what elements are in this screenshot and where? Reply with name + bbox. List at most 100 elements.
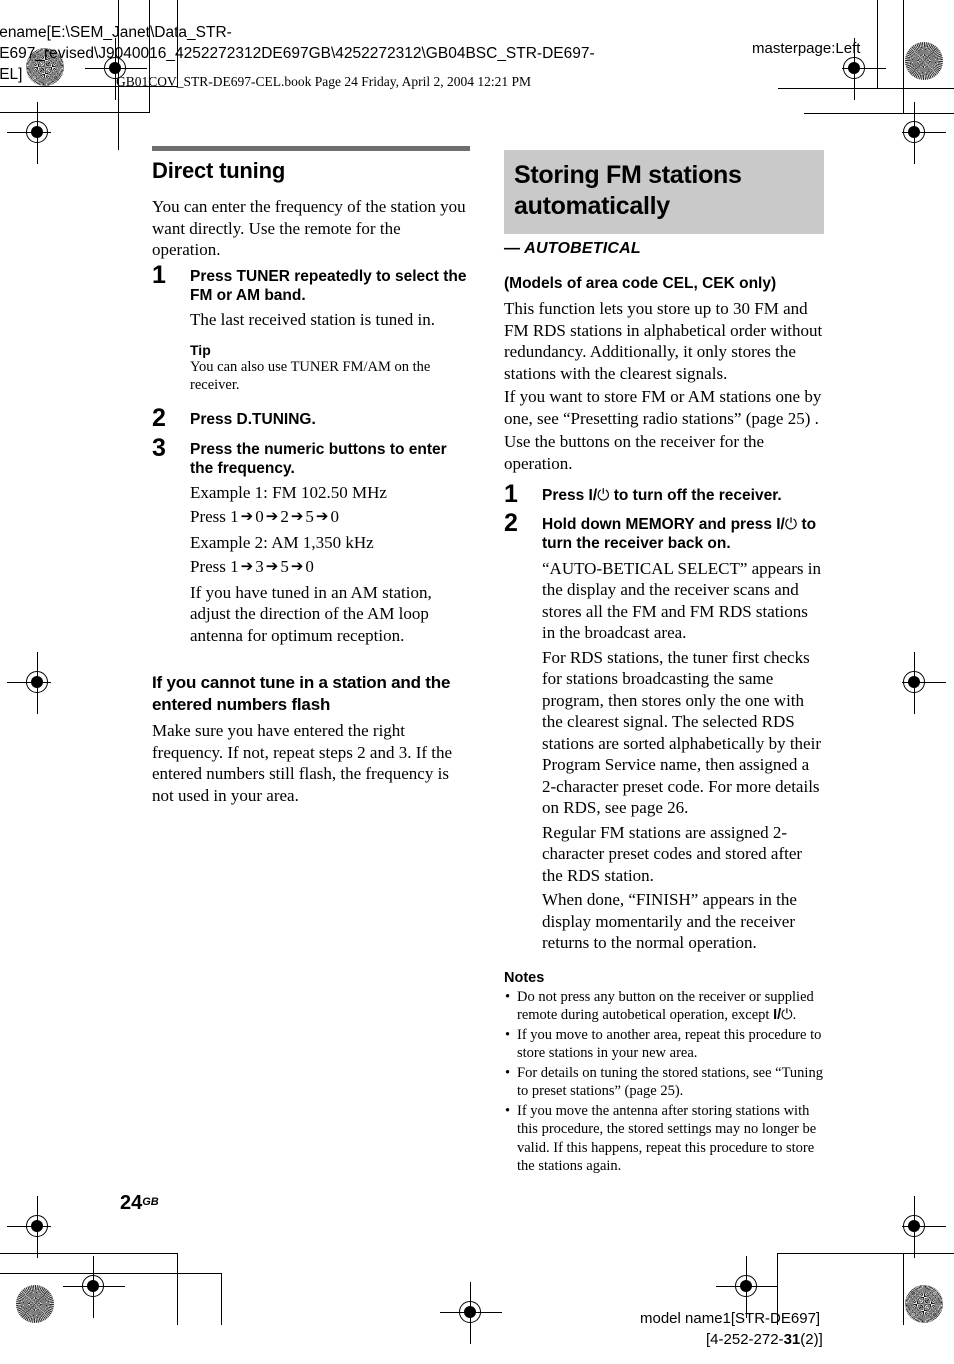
registration-mark — [63, 1256, 125, 1318]
registration-mark — [884, 102, 946, 164]
step-paragraph: “AUTO-BETICAL SELECT” appears in the dis… — [542, 558, 822, 643]
page-title: Direct tuning — [152, 158, 286, 183]
section-rule — [152, 146, 470, 151]
step-title: Press the numeric buttons to enter the f… — [190, 440, 447, 478]
step-note: If you have tuned in an AM station, adju… — [190, 582, 432, 645]
arrow-icon: ➔ — [265, 559, 279, 575]
slug-masterpage-label: masterpage:Left — [752, 40, 861, 57]
intro-paragraph-2: If you want to store FM or AM stations o… — [504, 387, 822, 428]
footer-model-name: model name1[STR-DE697] — [640, 1310, 821, 1327]
power-standby-icon: I/⏻ — [773, 1007, 793, 1023]
power-standby-icon: I/⏻ — [588, 487, 610, 504]
arrow-icon: ➔ — [315, 509, 329, 525]
step-paragraph: Regular FM stations are assigned 2-chara… — [542, 822, 803, 885]
numeric-key: 1 — [230, 507, 239, 526]
step-paragraph: For RDS stations, the tuner first checks… — [542, 647, 821, 818]
registration-mark — [7, 1196, 69, 1258]
cannot-tune-body: Make sure you have entered the right fre… — [152, 721, 453, 805]
note-item: For details on tuning the stored station… — [504, 1064, 824, 1101]
intro-paragraph-1: This function lets you store up to 30 FM… — [504, 299, 823, 383]
arrow-icon: ➔ — [240, 509, 254, 525]
crop-line — [0, 1253, 178, 1254]
intro-paragraph: You can enter the frequency of the stati… — [152, 197, 466, 259]
note-item: If you move the antenna after storing st… — [504, 1102, 824, 1176]
press-label: Press — [190, 507, 231, 526]
registration-mark — [716, 1256, 778, 1318]
section-title-box: Storing FM stations automatically — [504, 150, 824, 234]
step-1: 1 Press I/⏻ to turn off the receiver. — [504, 482, 824, 507]
registration-mark — [7, 102, 69, 164]
arrow-icon: ➔ — [290, 509, 304, 525]
step-title: Press TUNER repeatedly to select the FM … — [190, 267, 467, 305]
crop-line — [778, 88, 954, 89]
left-column: Direct tuning You can enter the frequenc… — [152, 146, 472, 808]
footer-document-code: [4-252-272-31(2)] — [706, 1331, 823, 1348]
notes-heading: Notes — [504, 969, 545, 986]
step-2: 2 Press D.TUNING. — [152, 406, 472, 431]
example-1-label: Example 1: FM 102.50 MHz — [190, 482, 387, 502]
density-starburst-mark — [905, 42, 943, 80]
step-number: 1 — [504, 480, 518, 508]
arrow-icon: ➔ — [265, 509, 279, 525]
cannot-tune-heading: If you cannot tune in a station and the … — [152, 673, 451, 714]
tip-body: You can also use TUNER FM/AM on the rece… — [190, 359, 431, 393]
step-number: 1 — [152, 260, 166, 289]
step-title: Press D.TUNING. — [190, 411, 316, 428]
right-column: Storing FM stations automatically — AUTO… — [504, 150, 824, 1177]
density-starburst-mark — [16, 1285, 54, 1323]
registration-mark — [440, 1282, 502, 1344]
arrow-icon: ➔ — [290, 559, 304, 575]
registration-mark — [7, 652, 69, 714]
step-title-pre: Hold down MEMORY and press — [542, 515, 777, 533]
arrow-icon: ➔ — [240, 559, 254, 575]
page-region-suffix: GB — [142, 1196, 159, 1208]
step-number: 3 — [152, 433, 166, 462]
doc-code-revision: 31 — [783, 1331, 801, 1348]
step-paragraph: When done, “FINISH” appears in the displ… — [542, 890, 797, 952]
crop-line — [778, 1253, 954, 1254]
example-2-keys: Press 1 ➔ 3 ➔ 5 ➔ 0 — [190, 556, 472, 579]
doc-code-suffix: (2)] — [800, 1331, 823, 1348]
doc-code-prefix: [4-252-272- — [706, 1331, 784, 1348]
step-number: 2 — [504, 508, 518, 537]
crop-line — [221, 1273, 222, 1325]
note-item: Do not press any button on the receiver … — [504, 988, 824, 1025]
step-2: 2 Hold down MEMORY and press I/⏻ to turn… — [504, 510, 824, 954]
crop-line — [903, 0, 904, 114]
density-starburst-mark — [905, 1285, 943, 1323]
step-number: 2 — [152, 404, 166, 432]
page-folio: 24GB — [120, 1192, 159, 1215]
numeric-key: 5 — [305, 507, 314, 526]
page-number: 24 — [120, 1192, 143, 1214]
example-1-keys: Press 1 ➔ 0 ➔ 2 ➔ 5 ➔ 0 — [190, 506, 472, 529]
section-title: Storing FM stations automatically — [514, 161, 742, 220]
crop-line — [804, 113, 954, 114]
press-label: Press — [190, 557, 231, 576]
section-subtitle: — AUTOBETICAL — [504, 240, 641, 257]
numeric-key: 0 — [255, 507, 264, 526]
step-3: 3 Press the numeric buttons to enter the… — [152, 435, 472, 647]
note-item: If you move to another area, repeat this… — [504, 1026, 824, 1063]
note-text-pre: Do not press any button on the receiver … — [517, 988, 814, 1024]
crop-line — [0, 1273, 222, 1274]
key-sequence-1: 1 ➔ 0 ➔ 2 ➔ 5 ➔ 0 — [230, 507, 339, 526]
step-body: The last received station is tuned in. — [190, 309, 436, 329]
registration-mark — [884, 652, 946, 714]
numeric-key: 5 — [280, 557, 289, 576]
intro-paragraph-3: Use the buttons on the receiver for the … — [504, 432, 765, 473]
step-1: 1 Press TUNER repeatedly to select the F… — [152, 262, 472, 395]
key-sequence-2: 1 ➔ 3 ➔ 5 ➔ 0 — [230, 557, 314, 576]
models-note: (Models of area code CEL, CEK only) — [504, 275, 777, 292]
numeric-key: 3 — [255, 557, 264, 576]
note-text-post: . — [792, 1007, 797, 1023]
numeric-key: 1 — [230, 557, 239, 576]
numeric-key: 2 — [280, 507, 289, 526]
tip-heading: Tip — [190, 342, 211, 358]
crop-line — [903, 1253, 904, 1325]
step-title: Hold down MEMORY and press I/⏻ to turn t… — [542, 515, 824, 554]
slug-book-line: GB01COV_STR-DE697-CEL.book Page 24 Frida… — [116, 74, 531, 89]
power-standby-icon: I/⏻ — [776, 515, 798, 533]
crop-line — [177, 1253, 178, 1325]
example-2-label: Example 2: AM 1,350 kHz — [190, 532, 374, 552]
step-title: Press I/⏻ to turn off the receiver. — [542, 486, 824, 506]
